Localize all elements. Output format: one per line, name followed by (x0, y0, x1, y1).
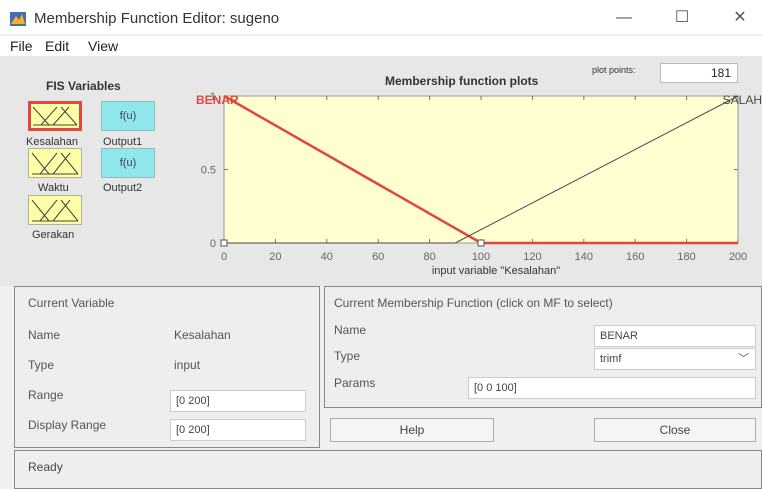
x-tick-label: 200 (729, 251, 747, 263)
mf-params-label: Params (334, 376, 376, 390)
variable-name-label: Name (28, 328, 61, 342)
plot-area (223, 95, 739, 244)
display-range-field[interactable]: [0 200] (170, 419, 306, 441)
close-button[interactable]: Close (594, 418, 756, 442)
current-variable-heading: Current Variable (28, 296, 115, 310)
help-button[interactable]: Help (330, 418, 494, 442)
x-tick-label: 60 (372, 251, 384, 263)
variable-name-value: Kesalahan (174, 328, 231, 342)
range-field[interactable]: [0 200] (170, 390, 306, 412)
y-tick-label: 0.5 (201, 165, 216, 177)
x-tick-label: 80 (423, 251, 435, 263)
range-label: Range (28, 388, 64, 402)
chevron-down-icon: ﹀ (738, 353, 749, 365)
current-mf-heading: Current Membership Function (click on MF… (334, 296, 613, 310)
mf-name-field[interactable]: BENAR (594, 325, 756, 347)
mf-type-value: trimf (600, 353, 622, 365)
mf-label-salah[interactable]: SALAH (723, 93, 762, 107)
x-tick-label: 180 (677, 251, 695, 263)
mf-type-select[interactable]: trimf ﹀ (594, 348, 756, 370)
y-tick-label: 0 (210, 238, 216, 250)
x-tick-label: 140 (575, 251, 593, 263)
mf-vertex-marker[interactable] (477, 239, 485, 247)
x-tick-label: 120 (523, 251, 541, 263)
display-range-label: Display Range (28, 418, 107, 432)
x-tick-label: 100 (472, 251, 490, 263)
x-axis-label: input variable "Kesalahan" (432, 265, 560, 277)
x-tick-label: 40 (321, 251, 333, 263)
status-text: Ready (28, 460, 63, 474)
variable-type-label: Type (28, 358, 55, 372)
mf-label-benar[interactable]: BENAR (196, 93, 239, 107)
mf-vertex-marker[interactable] (220, 239, 228, 247)
variable-type-value: input (174, 358, 201, 372)
mf-type-label: Type (334, 349, 361, 363)
x-tick-label: 0 (221, 251, 227, 263)
status-panel (14, 450, 762, 489)
x-tick-label: 20 (269, 251, 281, 263)
mf-name-label: Name (334, 323, 367, 337)
x-tick-label: 160 (626, 251, 644, 263)
mf-params-field[interactable]: [0 0 100] (468, 377, 756, 399)
